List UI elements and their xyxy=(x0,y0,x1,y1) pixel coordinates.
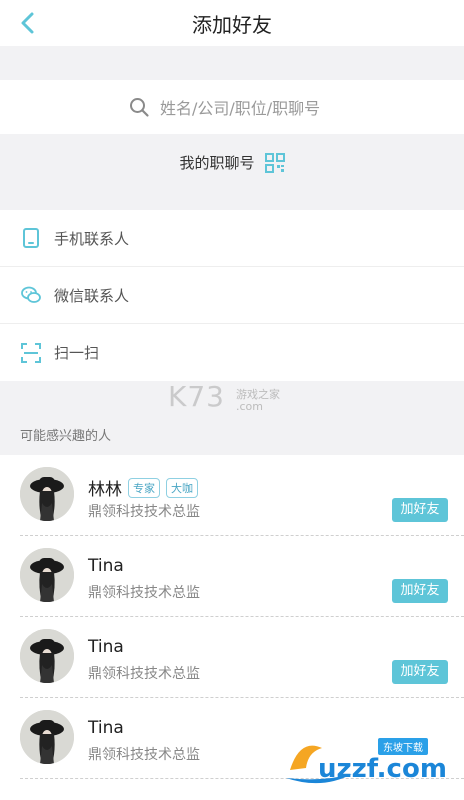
search-bar[interactable]: 姓名/公司/职位/职聊号 xyxy=(0,80,464,134)
logo-text: uzzf.com xyxy=(318,754,447,784)
person-job: 鼎领科技技术总监 xyxy=(88,666,200,682)
person-job: 鼎领科技技术总监 xyxy=(88,504,200,520)
menu-label: 扫一扫 xyxy=(54,344,100,362)
page-title: 添加好友 xyxy=(192,13,272,37)
add-friend-button[interactable]: 加好友 xyxy=(392,498,448,522)
avatar[interactable] xyxy=(20,710,74,764)
my-id-row[interactable]: 我的职聊号 xyxy=(0,144,464,184)
my-id-label: 我的职聊号 xyxy=(179,154,255,172)
logo-tag: 东坡下载 xyxy=(378,738,428,755)
menu-item-wechat-contacts[interactable]: 微信联系人 xyxy=(0,267,464,324)
scan-icon xyxy=(21,342,41,363)
contact-menu: 手机联系人 微信联系人 扫一扫 xyxy=(0,210,464,381)
list-item[interactable]: Tina 鼎领科技技术总监 加好友 xyxy=(20,536,464,617)
person-job: 鼎领科技技术总监 xyxy=(88,747,200,763)
person-name: Tina xyxy=(88,637,124,657)
list-item[interactable]: Tina 鼎领科技技术总监 加好友 xyxy=(20,617,464,698)
avatar[interactable] xyxy=(20,548,74,602)
expert-tag: 专家 xyxy=(128,477,160,498)
menu-item-phone-contacts[interactable]: 手机联系人 xyxy=(0,210,464,267)
search-icon xyxy=(130,98,149,117)
person-name: Tina xyxy=(88,718,124,738)
avatar[interactable] xyxy=(20,467,74,521)
phone-icon xyxy=(23,228,39,248)
menu-item-scan[interactable]: 扫一扫 xyxy=(0,324,464,381)
person-job: 鼎领科技技术总监 xyxy=(88,585,200,601)
avatar[interactable] xyxy=(20,629,74,683)
search-input[interactable]: 姓名/公司/职位/职聊号 xyxy=(160,95,320,119)
watermark-k73: K73 xyxy=(168,380,225,413)
qr-code-icon[interactable] xyxy=(264,152,285,173)
list-item[interactable]: 林林 专家 大咖 鼎领科技技术总监 加好友 xyxy=(20,455,464,536)
add-friend-button[interactable]: 加好友 xyxy=(392,579,448,603)
person-name: Tina xyxy=(88,556,124,576)
watermark-domain: .com xyxy=(236,400,263,413)
menu-label: 手机联系人 xyxy=(54,229,130,248)
wechat-icon xyxy=(21,286,41,303)
add-friend-button[interactable]: 加好友 xyxy=(392,660,448,684)
menu-label: 微信联系人 xyxy=(54,286,130,305)
person-name: 林林 xyxy=(88,480,122,500)
vip-tag: 大咖 xyxy=(166,477,198,498)
section-title: 可能感兴趣的人 xyxy=(20,429,112,444)
header-bar: 添加好友 xyxy=(0,0,464,46)
